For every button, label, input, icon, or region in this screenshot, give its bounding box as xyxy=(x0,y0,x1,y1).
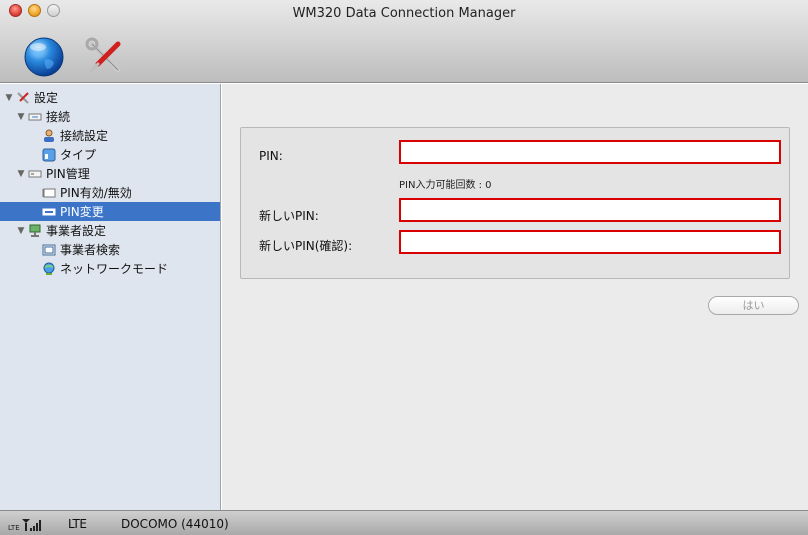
pin-change-panel: PIN: PIN入力可能回数 : 0 新しいPIN: 新しいPIN(確認): は… xyxy=(222,84,808,510)
disclosure-triangle-icon[interactable]: ▼ xyxy=(16,169,26,179)
operator-icon xyxy=(27,224,43,238)
pin-label: PIN: xyxy=(259,149,283,163)
disclosure-triangle-icon[interactable]: ▼ xyxy=(16,226,26,236)
pin-remaining-attempts: PIN入力可能回数 : 0 xyxy=(399,180,492,191)
sidebar-item-label: PIN管理 xyxy=(46,167,90,181)
sidebar-item-label: PIN有効/無効 xyxy=(60,186,132,200)
tools-icon xyxy=(15,91,31,105)
network-type-label: LTE xyxy=(68,517,87,531)
sidebar-item-label: 接続設定 xyxy=(60,129,109,143)
svg-text:LTE: LTE xyxy=(8,524,20,531)
sidebar-item-connection[interactable]: ▼ 接続 xyxy=(0,107,220,126)
sidebar-item-label: タイプ xyxy=(60,148,97,162)
sidebar-item-pin-management[interactable]: ▼ PIN管理 xyxy=(0,164,220,183)
disclosure-triangle-icon[interactable]: ▼ xyxy=(16,112,26,122)
window-toolbar: WM320 Data Connection Manager xyxy=(0,0,808,83)
ok-button[interactable]: はい xyxy=(708,296,799,315)
search-box-icon xyxy=(41,243,57,257)
type-icon xyxy=(41,148,57,162)
sidebar-item-pin-enable-disable[interactable]: PIN有効/無効 xyxy=(0,183,220,202)
pin-input[interactable] xyxy=(399,140,781,164)
sidebar-item-pin-change[interactable]: PIN変更 xyxy=(0,202,220,221)
confirm-pin-input[interactable] xyxy=(399,230,781,254)
sidebar-item-type[interactable]: タイプ xyxy=(0,145,220,164)
pin-card-icon xyxy=(41,186,57,200)
window-title: WM320 Data Connection Manager xyxy=(292,6,516,21)
pin-change-group: PIN: PIN入力可能回数 : 0 新しいPIN: 新しいPIN(確認): xyxy=(240,127,790,279)
sidebar-item-label: 事業者設定 xyxy=(46,224,107,238)
disclosure-triangle-icon[interactable]: ▼ xyxy=(4,93,14,103)
pin-card-icon xyxy=(27,167,43,181)
sidebar-item-label: ネットワークモード xyxy=(60,262,169,276)
new-pin-label: 新しいPIN: xyxy=(259,209,319,223)
carrier-label: DOCOMO (44010) xyxy=(121,517,229,531)
user-icon xyxy=(41,129,57,143)
sidebar-item-network-mode[interactable]: ネットワークモード xyxy=(0,259,220,278)
settings-sidebar: ▼ 設定 ▼ 接続 接続設定 タイプ ▼ PIN管理 PIN有効/無効 PIN変… xyxy=(0,84,221,510)
sidebar-item-operator-settings[interactable]: ▼ 事業者設定 xyxy=(0,221,220,240)
sidebar-item-label: PIN変更 xyxy=(60,205,104,219)
sidebar-item-label: 事業者検索 xyxy=(60,243,121,257)
confirm-pin-label: 新しいPIN(確認): xyxy=(259,239,353,253)
pin-card-icon xyxy=(41,205,57,219)
connection-icon xyxy=(27,110,43,124)
sidebar-item-label: 設定 xyxy=(34,91,59,105)
status-bar: LTE LTE DOCOMO (44010) xyxy=(0,510,808,535)
sidebar-item-label: 接続 xyxy=(46,110,71,124)
new-pin-input[interactable] xyxy=(399,198,781,222)
signal-strength-icon: LTE xyxy=(8,517,58,534)
sidebar-item-settings[interactable]: ▼ 設定 xyxy=(0,88,220,107)
tools-icon[interactable] xyxy=(84,36,126,78)
globe-icon[interactable] xyxy=(23,36,65,78)
network-icon xyxy=(41,262,57,276)
sidebar-item-operator-search[interactable]: 事業者検索 xyxy=(0,240,220,259)
sidebar-item-connection-settings[interactable]: 接続設定 xyxy=(0,126,220,145)
